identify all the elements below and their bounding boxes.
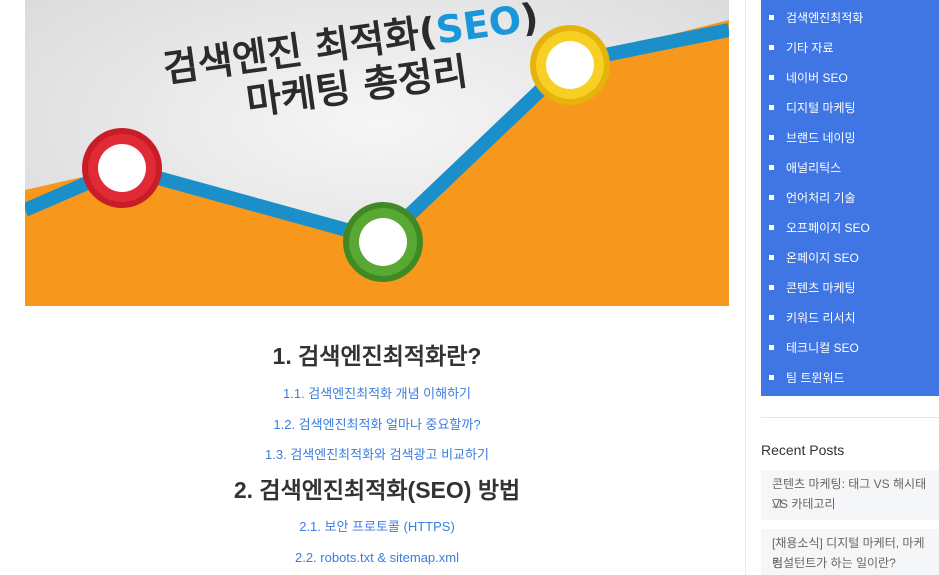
recent-post-item[interactable]: [채용소식] 디지털 마케터, 마케팅 컨설턴트가 하는 일이란? [761,529,939,575]
category-label: 오프페이지 SEO [786,220,870,235]
category-label: 팀 트윈워드 [786,370,845,385]
category-label: 디지털 마케팅 [786,100,856,115]
sidebar-separator [761,417,939,418]
bullet-icon [769,194,774,200]
category-item[interactable]: 콘텐츠 마케팅 [761,272,939,302]
bullet-icon [769,284,774,290]
toc-link-1-2[interactable]: 1.2. 검색엔진최적화 얼마나 중요할까? [25,418,729,431]
category-item[interactable]: 키워드 리서치 [761,302,939,332]
toc-heading-1: 1. 검색엔진최적화란? [272,343,482,369]
bullet-icon [769,14,774,20]
category-item[interactable]: 온페이지 SEO [761,242,939,272]
bullet-icon [769,74,774,80]
category-label: 언어처리 기술 [786,190,856,205]
sidebar-divider [745,0,746,575]
category-item[interactable]: 언어처리 기술 [761,182,939,212]
bullet-icon [769,134,774,140]
category-label: 애널리틱스 [786,160,842,175]
category-item[interactable]: 팀 트윈워드 [761,362,939,392]
toc-link-1-1[interactable]: 1.1. 검색엔진최적화 개념 이해하기 [25,387,729,400]
bullet-icon [769,344,774,350]
category-label: 기타 자료 [786,40,834,55]
category-label: 콘텐츠 마케팅 [786,280,856,295]
recent-post-item[interactable]: 콘텐츠 마케팅: 태그 VS 해시태그 VS 카테고리 [761,470,939,520]
category-item[interactable]: 테크니컬 SEO [761,332,939,362]
green-node [343,202,423,282]
main-content: 검색엔진 최적화(SEO) 마케팅 총정리 1. 검색엔진최적화란? 1.1. … [0,0,745,575]
category-item[interactable]: 오프페이지 SEO [761,212,939,242]
sidebar: 검색엔진최적화 기타 자료 네이버 SEO 디지털 마케팅 브랜드 네이밍 애널… [745,0,939,575]
bullet-icon [769,104,774,110]
category-item[interactable]: 기타 자료 [761,32,939,62]
category-item[interactable]: 애널리틱스 [761,152,939,182]
bullet-icon [769,254,774,260]
category-label: 테크니컬 SEO [786,340,859,355]
bullet-icon [769,224,774,230]
bullet-icon [769,164,774,170]
recent-posts-title: Recent Posts [761,442,845,458]
category-item[interactable]: 네이버 SEO [761,62,939,92]
category-item[interactable]: 브랜드 네이밍 [761,122,939,152]
category-label: 네이버 SEO [786,70,848,85]
category-list: 검색엔진최적화 기타 자료 네이버 SEO 디지털 마케팅 브랜드 네이밍 애널… [761,0,939,396]
toc-link-2-1[interactable]: 2.1. 보안 프로토콜 (HTTPS) [25,520,729,533]
toc-link-2-2[interactable]: 2.2. robots.txt & sitemap.xml [25,551,729,564]
category-label: 검색엔진최적화 [786,10,864,25]
toc-link-1-3[interactable]: 1.3. 검색엔진최적화와 검색광고 비교하기 [25,448,729,461]
category-item[interactable]: 검색엔진최적화 [761,2,939,32]
recent-post-link-line[interactable]: VS 카테고리 [772,494,934,514]
toc-heading-2: 2. 검색엔진최적화(SEO) 방법 [233,477,521,503]
bullet-icon [769,314,774,320]
category-label: 키워드 리서치 [786,310,856,325]
category-label: 브랜드 네이밍 [786,130,856,145]
bullet-icon [769,374,774,380]
category-label: 온페이지 SEO [786,250,859,265]
hero-image: 검색엔진 최적화(SEO) 마케팅 총정리 [25,0,729,306]
bullet-icon [769,44,774,50]
category-item[interactable]: 디지털 마케팅 [761,92,939,122]
recent-post-link-line[interactable]: 컨설턴트가 하는 일이란? [772,553,934,573]
red-node [82,128,162,208]
